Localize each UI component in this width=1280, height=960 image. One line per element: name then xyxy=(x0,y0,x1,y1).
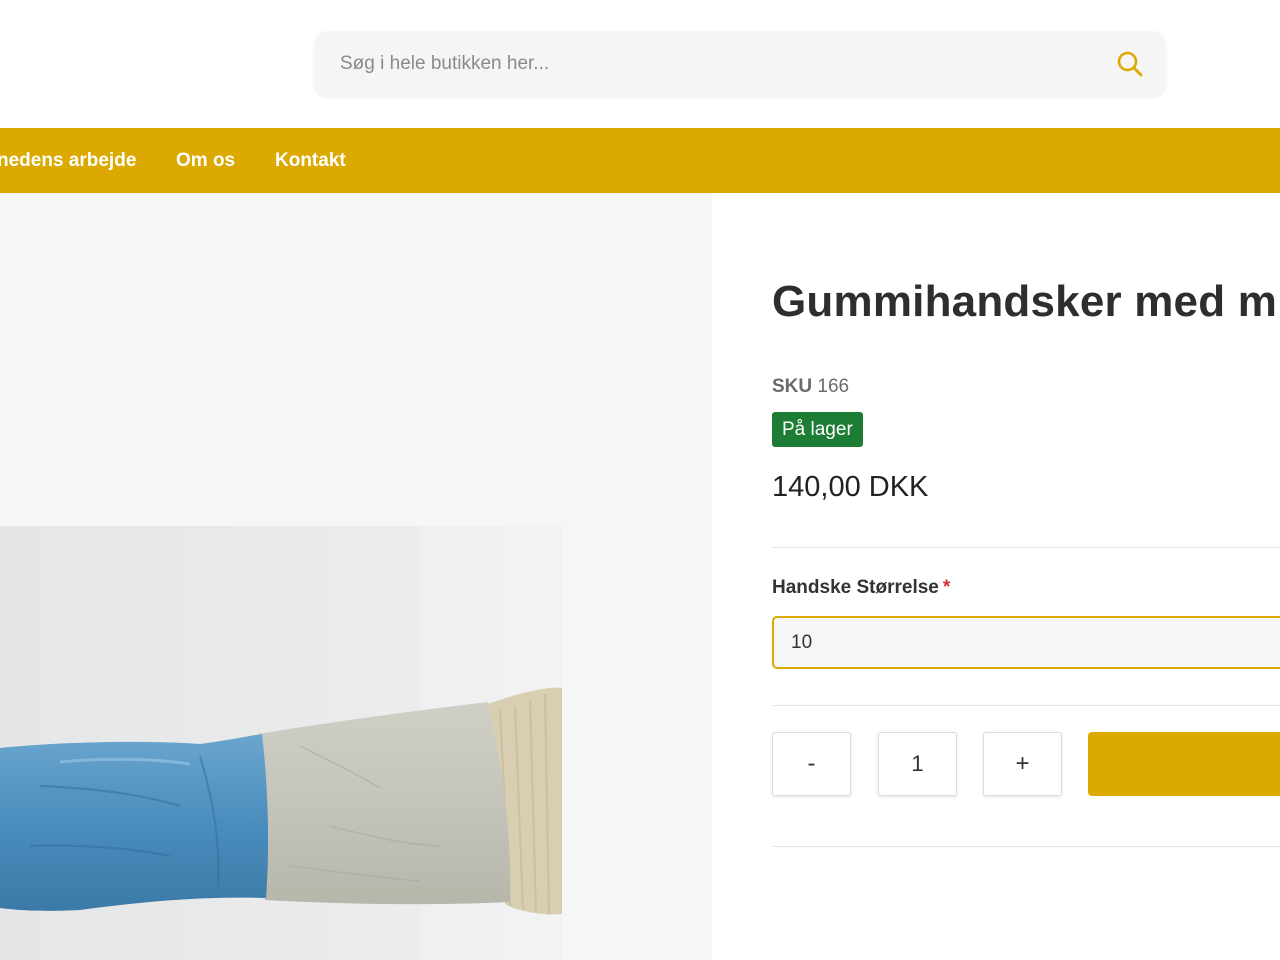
divider xyxy=(772,547,1280,548)
quantity-decrement-button[interactable]: - xyxy=(772,732,851,796)
product-image-glove[interactable] xyxy=(0,526,562,960)
search-icon[interactable] xyxy=(1116,50,1144,78)
nav-item-ugens-arbejde[interactable]: nedens arbejde xyxy=(0,128,136,193)
size-option-label: Handske Størrelse * xyxy=(772,577,950,599)
required-marker: * xyxy=(942,577,951,598)
product-price: 140,00 DKK xyxy=(772,471,929,503)
size-option-label-text: Handske Størrelse xyxy=(772,577,939,598)
product-details: Gummihandsker med m SKU 166 På lager 140… xyxy=(712,193,1280,960)
quantity-input[interactable]: 1 xyxy=(878,732,957,796)
quantity-increment-button[interactable]: + xyxy=(983,732,1062,796)
product-title: Gummihandsker med m xyxy=(772,277,1278,326)
nav-item-kontakt[interactable]: Kontakt xyxy=(275,128,346,193)
search-input[interactable] xyxy=(314,31,1094,97)
divider xyxy=(772,846,1280,847)
add-to-cart-button[interactable] xyxy=(1088,732,1280,796)
main-navigation: nedens arbejde Om os Kontakt xyxy=(0,128,1280,193)
stock-status-badge: På lager xyxy=(772,412,863,447)
product-gallery xyxy=(0,193,712,960)
sku-value: 166 xyxy=(817,376,850,397)
nav-item-om-os[interactable]: Om os xyxy=(176,128,235,193)
divider xyxy=(772,705,1280,706)
page: nedens arbejde Om os Kontakt xyxy=(0,0,1280,960)
site-header xyxy=(0,0,1280,128)
sku-label: SKU xyxy=(772,376,813,397)
search-bar[interactable] xyxy=(314,31,1166,97)
size-select[interactable]: 10 xyxy=(772,616,1280,669)
product-sku: SKU 166 xyxy=(772,376,849,398)
